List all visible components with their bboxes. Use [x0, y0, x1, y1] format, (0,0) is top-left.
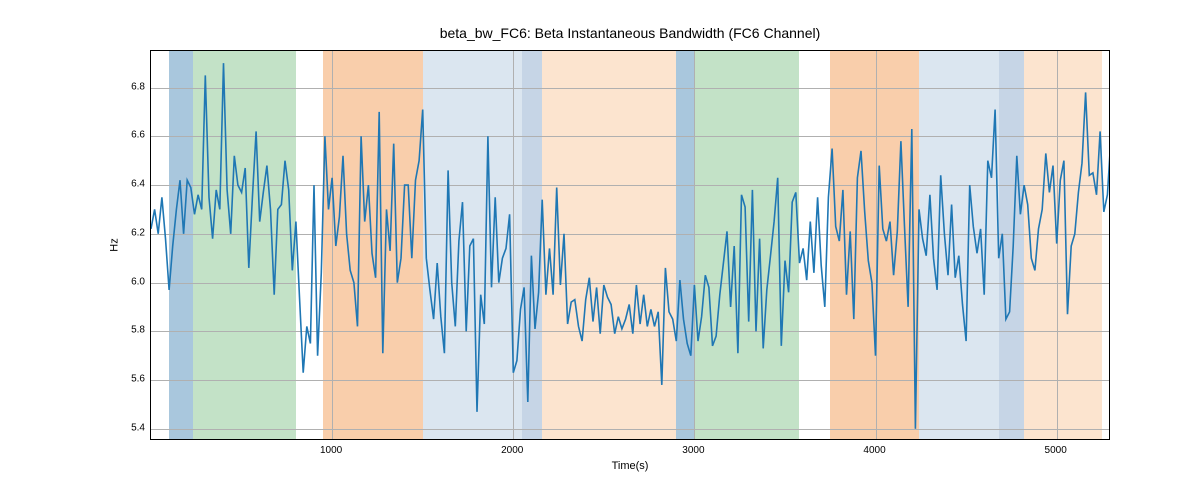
y-tick-label: 6.0: [120, 276, 145, 287]
data-line-svg: [151, 51, 1110, 440]
x-tick-label: 5000: [1045, 445, 1067, 456]
chart-title: beta_bw_FC6: Beta Instantaneous Bandwidt…: [150, 25, 1110, 41]
y-tick-label: 6.4: [120, 179, 145, 190]
plot-area: [150, 50, 1110, 440]
data-series-line: [151, 63, 1110, 429]
x-tick-label: 2000: [501, 445, 523, 456]
y-tick-label: 6.8: [120, 81, 145, 92]
x-axis-label: Time(s): [150, 460, 1110, 472]
x-tick-label: 1000: [320, 445, 342, 456]
y-tick-label: 5.6: [120, 374, 145, 385]
y-tick-label: 5.8: [120, 325, 145, 336]
y-tick-label: 6.2: [120, 227, 145, 238]
x-tick-label: 3000: [682, 445, 704, 456]
chart-container: [150, 50, 1110, 440]
y-tick-label: 6.6: [120, 130, 145, 141]
y-tick-label: 5.4: [120, 422, 145, 433]
x-tick-label: 4000: [863, 445, 885, 456]
